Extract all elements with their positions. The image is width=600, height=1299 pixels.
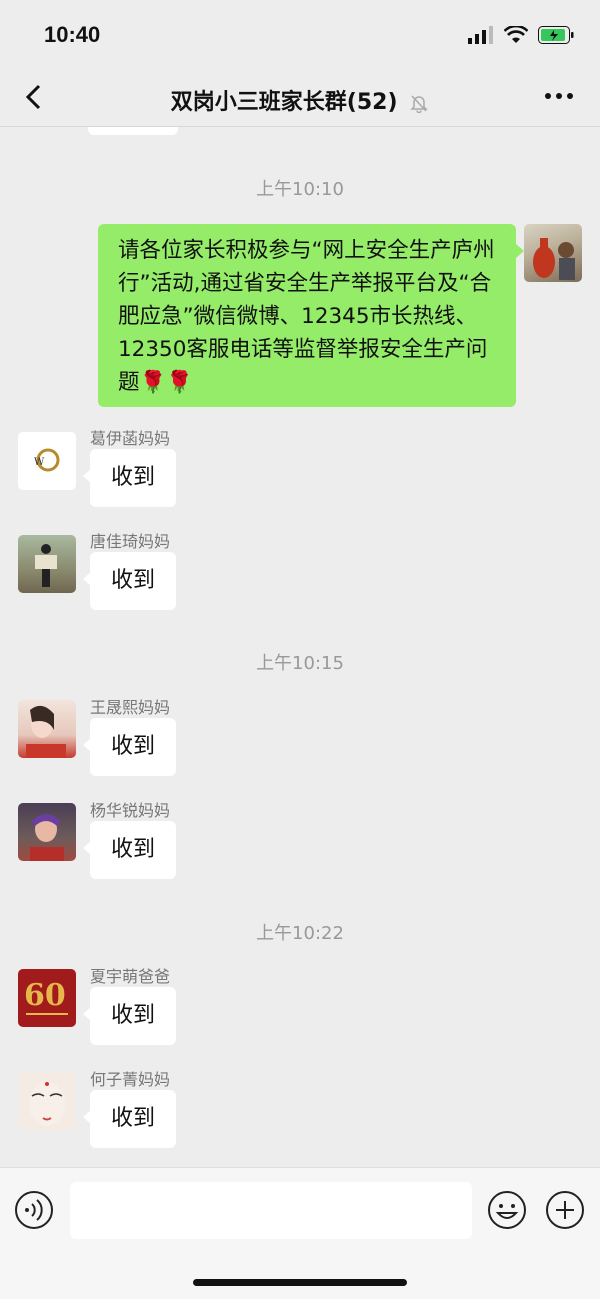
sender-name: 唐佳琦妈妈: [90, 532, 171, 551]
message-bubble[interactable]: 收到: [83, 1090, 176, 1148]
message-bubble[interactable]: 收到: [83, 821, 176, 879]
svg-text:60: 60: [24, 978, 66, 1013]
avatar-painting: [29, 1082, 65, 1126]
avatar[interactable]: [18, 700, 76, 758]
timestamp: 上午10:15: [256, 653, 344, 674]
sender-name: 王晟熙妈妈: [90, 698, 171, 717]
avatar-photo: [30, 814, 64, 861]
battery-icon: [538, 26, 574, 44]
wifi-icon: [504, 26, 528, 43]
emoji-icon[interactable]: [487, 1190, 527, 1230]
avatar[interactable]: [18, 803, 76, 861]
timestamp: 上午10:22: [256, 923, 344, 944]
avatar-photo: [35, 544, 57, 587]
timestamp: 上午10:10: [256, 179, 344, 200]
voice-icon[interactable]: [14, 1190, 54, 1230]
chat-title: 双岗小三班家长群(52): [0, 84, 600, 116]
signal-icon: [468, 26, 493, 44]
avatar[interactable]: W: [18, 432, 76, 490]
more-dots-icon[interactable]: [544, 92, 574, 100]
plus-icon[interactable]: [545, 1190, 585, 1230]
chat-messages[interactable]: 上午10:10 请各位家长积极参与“网上安全生产庐州行”活动,通过省安全生产举报…: [0, 127, 600, 1167]
avatar[interactable]: [18, 1072, 76, 1130]
my-avatar[interactable]: [524, 224, 582, 282]
sender-name: 葛伊菡妈妈: [90, 429, 171, 448]
status-icons: [468, 26, 574, 44]
message-input[interactable]: [70, 1182, 472, 1239]
previous-message-bubble: [88, 127, 178, 135]
message-bubble[interactable]: 收到: [83, 449, 176, 507]
status-time: 10:40: [44, 22, 101, 47]
sender-name: 夏宇萌爸爸: [90, 967, 171, 986]
outgoing-message-bubble[interactable]: 请各位家长积极参与“网上安全生产庐州行”活动,通过省安全生产举报平台及“合肥应急…: [98, 224, 524, 407]
avatar[interactable]: [18, 535, 76, 593]
message-bubble[interactable]: 收到: [83, 718, 176, 776]
svg-text:W: W: [34, 457, 45, 468]
group-name: 双岗小三班家长群(52): [170, 90, 398, 115]
sender-name: 何子菁妈妈: [90, 1070, 171, 1089]
avatar-logo: W: [34, 448, 60, 472]
message-bubble[interactable]: 收到: [83, 987, 176, 1045]
bell-slash-icon: [410, 95, 429, 113]
status-bar: 10:40: [0, 0, 600, 70]
avatar-photo: [533, 238, 575, 280]
avatar-logo: 60: [24, 978, 68, 1015]
home-indicator[interactable]: [193, 1279, 407, 1286]
message-bubble[interactable]: 收到: [83, 552, 176, 610]
sender-name: 杨华锐妈妈: [90, 801, 171, 820]
avatar-photo: [26, 705, 66, 758]
input-bar: [0, 1167, 600, 1299]
avatar[interactable]: 60: [18, 969, 76, 1027]
chat-header: 双岗小三班家长群(52): [0, 70, 600, 127]
